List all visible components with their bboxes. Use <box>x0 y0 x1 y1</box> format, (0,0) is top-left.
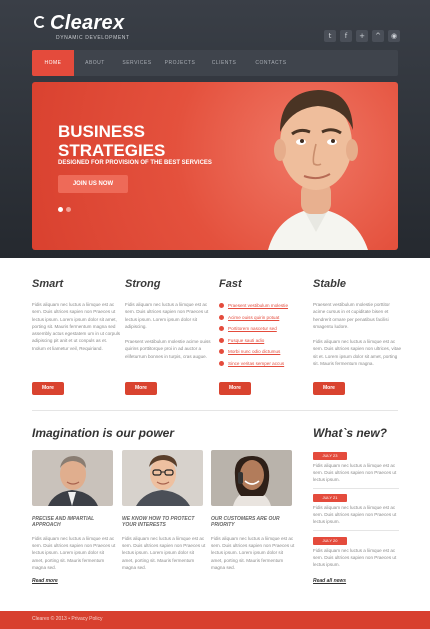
logo-tagline: DYNAMIC DEVELOPMENT <box>56 35 130 41</box>
news-date-badge: JULY 21 <box>313 494 347 502</box>
divider <box>32 410 398 411</box>
feature-stable: Stable Praesent vestibulum molestie port… <box>313 278 403 367</box>
nav-clients[interactable]: CLIENTS <box>202 50 246 76</box>
list-item-label: Since veritas semper accus <box>228 360 285 366</box>
list-item-label: Portitorem nascetur sed <box>228 326 277 332</box>
slider-title-line1: BUSINESS <box>58 122 145 141</box>
feature-title: Stable <box>313 278 347 290</box>
bullet-icon <box>219 360 224 366</box>
slider-title: BUSINESS STRATEGIES <box>58 122 165 160</box>
footer-copyright[interactable]: Clearex © 2013 • Privacy Policy <box>32 616 102 622</box>
fast-list: Praesent vestibulum molestie Acime ouiss… <box>219 300 309 370</box>
fast-more-button[interactable]: More <box>219 382 251 395</box>
rss-icon[interactable]: ◉ <box>388 30 400 42</box>
footer: Clearex © 2013 • Privacy Policy <box>0 611 430 629</box>
triangle-icon[interactable]: ^ <box>372 30 384 42</box>
feature-smart: Smart Fidis aliquam nec luctus a liimque… <box>32 278 122 352</box>
slider-subtitle: DESIGNED FOR PROVISION OF THE BEST SERVI… <box>58 160 212 166</box>
card-text: Fidis aliquam nec luctus a liimque est a… <box>211 536 295 570</box>
bullet-icon <box>219 349 224 355</box>
businessman-image <box>268 90 368 250</box>
facebook-icon[interactable]: f <box>340 30 352 42</box>
feature-text: Fidis aliquam nec luctus a liimque est a… <box>313 339 402 367</box>
card-title: OUR CUSTOMERS ARE OUR PRIORITY <box>211 516 280 529</box>
news-title: What`s new? <box>313 426 387 440</box>
feature-text: Praesent vestibulum molestie acime ouiss… <box>125 339 211 359</box>
list-item[interactable]: Morbi nunc odio dictumus <box>219 346 309 358</box>
smart-more-button[interactable]: More <box>32 382 64 395</box>
bullet-icon <box>219 303 224 308</box>
strong-more-button[interactable]: More <box>125 382 157 395</box>
slider-dot[interactable] <box>58 207 63 212</box>
main-nav: HOME ABOUT SERVICES PROJECTS CLIENTS CON… <box>32 50 398 76</box>
feature-text: Praesent vestibulum molestie porttitor a… <box>313 302 390 329</box>
news-separator <box>313 488 399 489</box>
list-item[interactable]: Fusque sauti adio <box>219 335 309 347</box>
list-item-label: Fusque sauti adio <box>228 337 265 343</box>
list-item-label: Praesent vestibulum molestie <box>228 303 289 308</box>
feature-text: Fidis aliquam nec luctus a liimque est a… <box>32 302 121 351</box>
imagination-title: Imagination is our power <box>32 426 175 440</box>
list-item[interactable]: Portitorem nascetur sed <box>219 323 309 335</box>
feature-fast: Fast Praesent vestibulum molestie Acime … <box>219 278 309 370</box>
feature-strong: Strong Fidis aliquam nec luctus a liimqu… <box>125 278 215 360</box>
nav-projects[interactable]: PROJECTS <box>158 50 202 76</box>
card-title: PRECISE AND IMPARTIAL APPROACH <box>32 516 95 529</box>
stable-more-button[interactable]: More <box>313 382 345 395</box>
logo-mark-icon <box>34 16 46 28</box>
feature-title: Strong <box>125 278 161 290</box>
twitter-icon[interactable]: t <box>324 30 336 42</box>
plus-icon[interactable]: + <box>356 30 368 42</box>
news-date-badge: JULY 20 <box>313 537 347 545</box>
feature-title: Fast <box>219 278 242 290</box>
list-item[interactable]: Praesent vestibulum molestie <box>219 300 309 312</box>
social-links: t f + ^ ◉ <box>324 30 400 42</box>
header: Clearex DYNAMIC DEVELOPMENT t f + ^ ◉ HO… <box>0 0 430 258</box>
slider-dot[interactable] <box>66 207 71 212</box>
card-text: Fidis aliquam nec luctus a liimque est a… <box>122 536 206 570</box>
person-photo-glasses[interactable] <box>122 450 203 506</box>
bullet-icon <box>219 326 224 332</box>
bullet-icon <box>219 314 224 320</box>
bullet-icon <box>219 337 224 343</box>
nav-contacts[interactable]: CONTACTS <box>246 50 296 76</box>
join-us-button[interactable]: JOIN US NOW <box>58 175 128 193</box>
news-text[interactable]: Fidis aliquam nec luctus a liimque est a… <box>313 547 399 569</box>
list-item-label: Morbi nunc odio dictumus <box>228 349 281 355</box>
feature-text: Fidis aliquam nec luctus a liimque est a… <box>125 302 209 329</box>
slider-dots <box>58 207 71 212</box>
news-date-badge: JULY 23 <box>313 452 347 460</box>
feature-title: Smart <box>32 278 64 290</box>
news-text[interactable]: Fidis aliquam nec luctus a liimque est a… <box>313 504 399 526</box>
slider-title-line2: STRATEGIES <box>58 141 166 160</box>
read-all-news-link[interactable]: Read all news <box>313 578 346 584</box>
news-separator <box>313 530 399 531</box>
card-title: WE KNOW HOW TO PROTECT YOUR INTERESTS <box>122 516 195 529</box>
list-item[interactable]: Since veritas semper accus <box>219 358 309 370</box>
hero-slider: BUSINESS STRATEGIES DESIGNED FOR PROVISI… <box>32 82 398 250</box>
card-text: Fidis aliquam nec luctus a liimque est a… <box>32 536 116 570</box>
list-item-label: Acime ouiss quirin potuat <box>228 314 280 320</box>
nav-services[interactable]: SERVICES <box>116 50 158 76</box>
nav-home[interactable]: HOME <box>32 50 74 76</box>
person-photo-woman[interactable] <box>211 450 292 506</box>
nav-about[interactable]: ABOUT <box>74 50 116 76</box>
logo-title: Clearex <box>50 12 125 34</box>
person-photo-man[interactable] <box>32 450 113 506</box>
read-more-link[interactable]: Read more <box>32 578 58 584</box>
list-item[interactable]: Acime ouiss quirin potuat <box>219 312 309 324</box>
news-text[interactable]: Fidis aliquam nec luctus a liimque est a… <box>313 462 399 484</box>
